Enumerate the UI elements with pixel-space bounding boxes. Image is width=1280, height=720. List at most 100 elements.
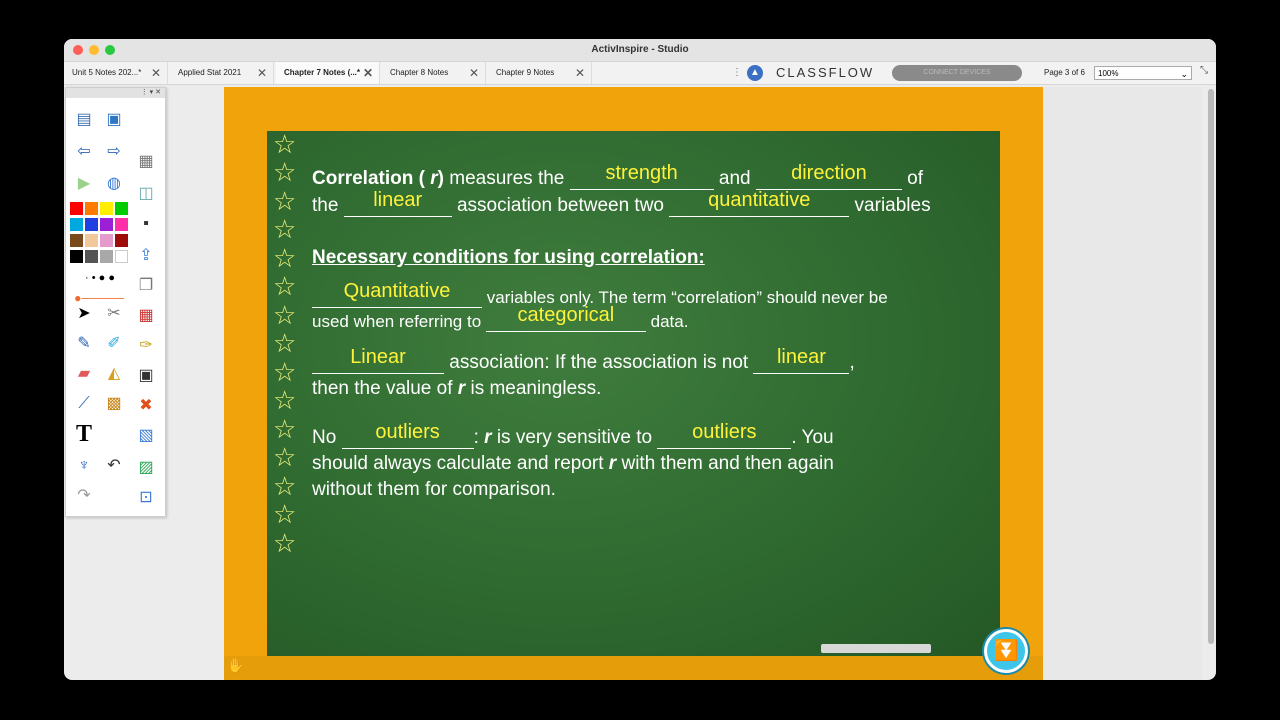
color-swatch-light-pink[interactable] [100, 234, 113, 247]
color-swatch-green[interactable] [115, 202, 128, 215]
text-fragment: the [312, 195, 344, 216]
star-icon: ☆ [273, 157, 297, 187]
color-swatch-orange[interactable] [85, 202, 98, 215]
star-icon: ☆ [273, 214, 297, 244]
close-tab-icon[interactable]: ✕ [469, 62, 479, 84]
previous-page-icon[interactable]: ⇦ [72, 140, 96, 164]
star-icon: ☆ [273, 385, 297, 415]
tab-unit-5-notes[interactable]: Unit 5 Notes 202...* ✕ [64, 62, 168, 84]
tab-chapter-8-notes[interactable]: Chapter 8 Notes ✕ [382, 62, 486, 84]
close-tab-icon[interactable]: ✕ [257, 62, 267, 84]
layers-icon[interactable]: ◫ [134, 182, 158, 206]
minimize-window-button[interactable] [89, 45, 99, 55]
magic-ink-icon[interactable]: ✑ [134, 334, 158, 358]
color-swatch-dark-red[interactable] [115, 234, 128, 247]
grid-icon[interactable]: ▦ [134, 304, 158, 328]
globe-icon[interactable]: ◍ [102, 172, 126, 196]
fill-answer: linear [776, 346, 826, 368]
next-page-icon[interactable]: ⇨ [102, 140, 126, 164]
color-picker-icon[interactable]: ▨ [134, 456, 158, 480]
color-swatch-white[interactable] [115, 250, 128, 263]
browser-icon[interactable]: ▤ [72, 108, 96, 132]
text-fragment: association between two [451, 195, 670, 216]
color-swatch-cyan[interactable] [70, 218, 83, 231]
vertical-scrollbar[interactable] [1208, 89, 1214, 644]
star-icon: ☆ [273, 243, 297, 273]
undo-icon[interactable]: ↶ [102, 454, 126, 478]
close-tab-icon[interactable]: ✕ [363, 62, 373, 84]
text-fragment: data. [645, 312, 689, 331]
hand-icon[interactable]: ✋ [227, 657, 244, 674]
color-swatch-brown[interactable] [70, 234, 83, 247]
color-swatch-dark-gray[interactable] [85, 250, 98, 263]
classflow-logo-icon[interactable]: ▲ [747, 65, 763, 81]
blank-linear: linear [343, 189, 452, 217]
window-title: ActivInspire - Studio [591, 44, 689, 55]
text-fragment: and [713, 168, 756, 189]
color-swatch-yellow[interactable] [100, 202, 113, 215]
page-notes-icon[interactable]: ▦ [134, 150, 158, 174]
page-scroll-handle[interactable] [821, 644, 931, 653]
copy-page-icon[interactable]: ❐ [134, 274, 158, 298]
fullscreen-icon[interactable]: ⤡ [1200, 65, 1208, 76]
star-icon: ☆ [273, 186, 297, 216]
text-fragment: : [473, 427, 485, 448]
fill-answer: outliers [692, 421, 757, 443]
tab-applied-stat-2021[interactable]: Applied Stat 2021 ✕ [170, 62, 274, 84]
star-icon: ☆ [273, 129, 297, 159]
paste-icon[interactable]: ▧ [134, 424, 158, 448]
r-symbol: r [484, 427, 492, 448]
fill-answer: direction [791, 162, 867, 184]
text-fragment: . You [791, 427, 834, 448]
star-icon: ☆ [273, 499, 297, 529]
pen-icon[interactable]: ✎ [72, 332, 96, 356]
blank-direction: direction [755, 162, 902, 190]
text-tool-icon[interactable]: T [72, 422, 96, 446]
eyedropper-icon[interactable]: ⟋ [72, 392, 96, 416]
linear-condition-line-1: Linear association: If the association i… [312, 346, 855, 374]
delete-icon[interactable]: ✖ [134, 394, 158, 418]
star-icon: ☆ [273, 528, 297, 558]
color-swatch-red[interactable] [70, 202, 83, 215]
tools-icon[interactable]: ✂ [102, 302, 126, 326]
play-icon[interactable]: ▶ [72, 172, 96, 196]
redo-icon[interactable]: ↷ [72, 484, 96, 508]
color-swatch-gray[interactable] [100, 250, 113, 263]
chevron-down-icon: ⌄ [1180, 69, 1188, 79]
save-disk-icon[interactable]: ▣ [134, 364, 158, 388]
color-swatch-tan[interactable] [85, 234, 98, 247]
eraser-icon[interactable]: ▰ [72, 362, 96, 386]
more-options-icon[interactable]: ⋮ [732, 62, 742, 84]
color-swatch-blue[interactable] [85, 218, 98, 231]
close-tab-icon[interactable]: ✕ [575, 62, 585, 84]
zoom-select[interactable]: 100% ⌄ [1094, 66, 1192, 80]
color-swatch-purple[interactable] [100, 218, 113, 231]
clipart-icon[interactable]: ▩ [102, 392, 126, 416]
zoom-window-button[interactable] [105, 45, 115, 55]
outliers-condition-line-1: No outliers: r is very sensitive to outl… [312, 421, 834, 449]
save-icon[interactable]: ▪ [134, 212, 158, 236]
fill-answer: Linear [350, 346, 406, 368]
tab-chapter-9-notes[interactable]: Chapter 9 Notes ✕ [488, 62, 592, 84]
title-bar: ActivInspire - Studio [64, 39, 1216, 61]
select-arrow-icon[interactable]: ➤ [72, 302, 96, 326]
activinspire-window: ActivInspire - Studio Unit 5 Notes 202..… [64, 39, 1216, 680]
resource-library-icon[interactable]: ▣ [102, 108, 126, 132]
fill-icon[interactable]: ◭ [102, 362, 126, 386]
page-down-button[interactable]: ⏬ [984, 629, 1028, 673]
import-icon[interactable]: ⇪ [134, 244, 158, 268]
tab-label: Chapter 8 Notes [390, 68, 449, 77]
color-swatch-pink[interactable] [115, 218, 128, 231]
color-swatch-black[interactable] [70, 250, 83, 263]
page-zoom-icon[interactable]: ⊡ [134, 486, 158, 510]
chalkboard[interactable]: ☆ ☆ ☆ ☆ ☆ ☆ ☆ ☆ ☆ ☆ ☆ ☆ ☆ ☆ ☆ Correlatio… [267, 131, 1000, 656]
close-window-button[interactable] [73, 45, 83, 55]
tab-chapter-7-notes[interactable]: Chapter 7 Notes (...* ✕ [276, 62, 380, 84]
toolbox-header[interactable]: ⋮ ▾ ✕ [66, 88, 165, 98]
clear-icon[interactable]: ♆ [72, 454, 96, 478]
star-icon: ☆ [273, 442, 297, 472]
text-fragment: is very sensitive to [491, 427, 658, 448]
highlighter-icon[interactable]: ✐ [102, 332, 126, 356]
connect-devices-button[interactable]: CONNECT DEVICES [892, 65, 1022, 81]
close-tab-icon[interactable]: ✕ [151, 62, 161, 84]
